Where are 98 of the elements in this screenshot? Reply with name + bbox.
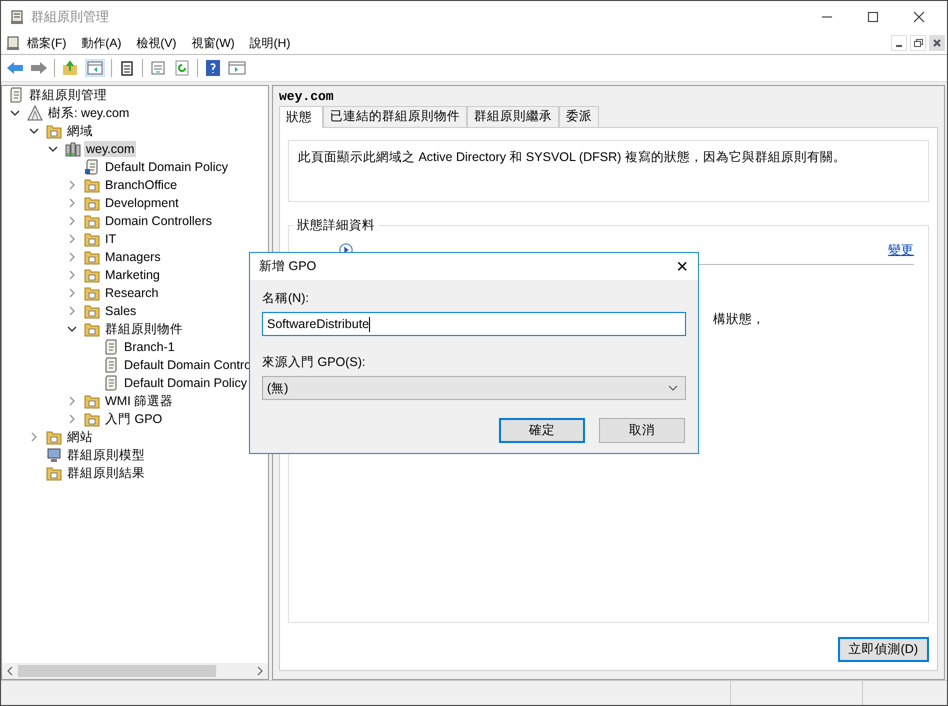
folder-icon — [84, 303, 100, 319]
chevron-down-icon[interactable] — [67, 324, 77, 334]
computer-icon — [46, 447, 62, 463]
panel-icon[interactable] — [85, 58, 105, 78]
tree-item[interactable]: Research — [103, 285, 160, 301]
cancel-button[interactable]: 取消 — [599, 418, 685, 443]
chevron-right-icon[interactable] — [67, 252, 77, 262]
scroll-icon — [9, 8, 25, 24]
chevron-right-icon[interactable] — [67, 216, 77, 226]
domain-heading: wey.com — [279, 89, 335, 104]
chevron-right-icon[interactable] — [67, 270, 77, 280]
detect-now-button[interactable]: 立即偵測(D) — [838, 637, 929, 662]
tree-item[interactable]: WMI 篩選器 — [103, 392, 176, 410]
tab[interactable]: 群組原則繼承 — [467, 106, 559, 127]
dialog-title: 新增 GPO — [259, 258, 316, 275]
tree-item[interactable]: Domain Controllers — [103, 213, 214, 229]
document-icon — [103, 375, 119, 391]
menu-item[interactable]: 視窗(W) — [191, 34, 235, 52]
folder-up-icon[interactable] — [61, 60, 79, 76]
forward-arrow-icon[interactable] — [30, 60, 48, 76]
tree-item[interactable]: BranchOffice — [103, 177, 180, 193]
menu-item[interactable]: 說明(H) — [250, 34, 290, 52]
menu-item[interactable]: 動作(A) — [81, 34, 122, 52]
field-label: 來源入門 GPO(S): — [262, 354, 366, 371]
close-icon[interactable] — [913, 10, 925, 22]
document-icon — [84, 159, 100, 175]
chevron-down-icon[interactable] — [48, 144, 58, 154]
folder-icon — [84, 411, 100, 427]
menu-item[interactable]: 檔案(F) — [27, 34, 66, 52]
folder-icon — [46, 429, 62, 445]
window-title: 群組原則管理 — [31, 8, 109, 26]
tree-item[interactable]: Development — [103, 195, 181, 211]
chevron-right-icon[interactable] — [67, 180, 77, 190]
scrollbar-thumb[interactable] — [18, 665, 216, 677]
tree-item[interactable]: Default Domain Policy — [122, 375, 249, 391]
chevron-right-icon[interactable] — [29, 432, 39, 442]
chevron-right-icon[interactable] — [67, 414, 77, 424]
field-label: 名稱(N): — [262, 290, 310, 307]
tree-item[interactable]: IT — [103, 231, 118, 247]
folder-icon — [84, 393, 100, 409]
chevron-down-icon[interactable] — [10, 108, 20, 118]
document-icon — [103, 339, 119, 355]
panel-icon[interactable] — [228, 60, 246, 76]
tab[interactable]: 委派 — [559, 106, 599, 127]
folder-icon — [46, 123, 62, 139]
tree-item[interactable]: 群組原則結果 — [65, 464, 147, 482]
close-icon[interactable] — [929, 35, 945, 51]
tree-item[interactable]: Default Domain Policy — [103, 159, 230, 175]
minimize-icon[interactable] — [891, 35, 907, 51]
scroll-icon — [8, 87, 24, 103]
tab[interactable]: 狀態 — [279, 106, 323, 128]
tree-item[interactable]: Branch-1 — [122, 339, 177, 355]
chevron-right-icon[interactable] — [67, 396, 77, 406]
tree-item[interactable]: 入門 GPO — [103, 410, 164, 428]
tree-item[interactable]: 群組原則模型 — [65, 446, 147, 464]
close-button[interactable]: × — [676, 256, 688, 276]
scroll-icon — [5, 35, 21, 51]
folder-icon — [84, 321, 100, 337]
folder-icon — [84, 231, 100, 247]
change-link[interactable]: 變更 — [888, 242, 914, 258]
triangle-icon — [27, 105, 43, 121]
tree-item[interactable]: 群組原則物件 — [103, 320, 185, 338]
tree-item[interactable]: wey.com — [84, 141, 136, 157]
folder-icon — [46, 465, 62, 481]
chevron-down-icon[interactable] — [29, 126, 39, 136]
tree-item[interactable]: 樹系: wey.com — [46, 104, 132, 122]
status-text: 構狀態， — [713, 312, 765, 326]
refresh-icon[interactable] — [173, 60, 191, 76]
chevron-right-icon[interactable] — [67, 306, 77, 316]
tree-item[interactable]: Marketing — [103, 267, 162, 283]
folder-icon — [84, 249, 100, 265]
back-arrow-icon[interactable] — [6, 60, 24, 76]
chevron-right-icon[interactable] — [67, 234, 77, 244]
restore-icon[interactable] — [910, 35, 926, 51]
ok-button[interactable]: 確定 — [499, 418, 585, 443]
server-icon — [65, 141, 81, 157]
list-icon[interactable] — [149, 60, 167, 76]
chevron-right-icon[interactable] — [67, 198, 77, 208]
tree-item[interactable]: 群組原則管理 — [27, 86, 109, 104]
source-dropdown[interactable]: (無) — [262, 376, 686, 400]
folder-icon — [84, 195, 100, 211]
folder-icon — [84, 213, 100, 229]
folder-icon — [84, 177, 100, 193]
tab[interactable]: 已連結的群組原則物件 — [323, 106, 467, 127]
name-input-field[interactable]: SoftwareDistribute — [262, 312, 686, 336]
help-icon[interactable] — [204, 60, 222, 76]
chevron-right-icon[interactable] — [67, 288, 77, 298]
document-icon — [103, 357, 119, 373]
folder-icon — [84, 285, 100, 301]
tree-item[interactable]: 網站 — [65, 428, 95, 446]
tree-item[interactable]: Managers — [103, 249, 163, 265]
description-text: 此頁面顯示此網域之 Active Directory 和 SYSVOL (DFSR) 複寫的狀態，因為它與群組原則有關。 — [298, 150, 846, 164]
tree-item[interactable]: 網域 — [65, 122, 95, 140]
menu-item[interactable]: 檢視(V) — [136, 34, 176, 52]
group-title: 狀態詳細資料 — [293, 217, 379, 234]
folder-icon — [84, 267, 100, 283]
maximize-icon[interactable] — [867, 10, 879, 22]
tree-item[interactable]: Sales — [103, 303, 138, 319]
